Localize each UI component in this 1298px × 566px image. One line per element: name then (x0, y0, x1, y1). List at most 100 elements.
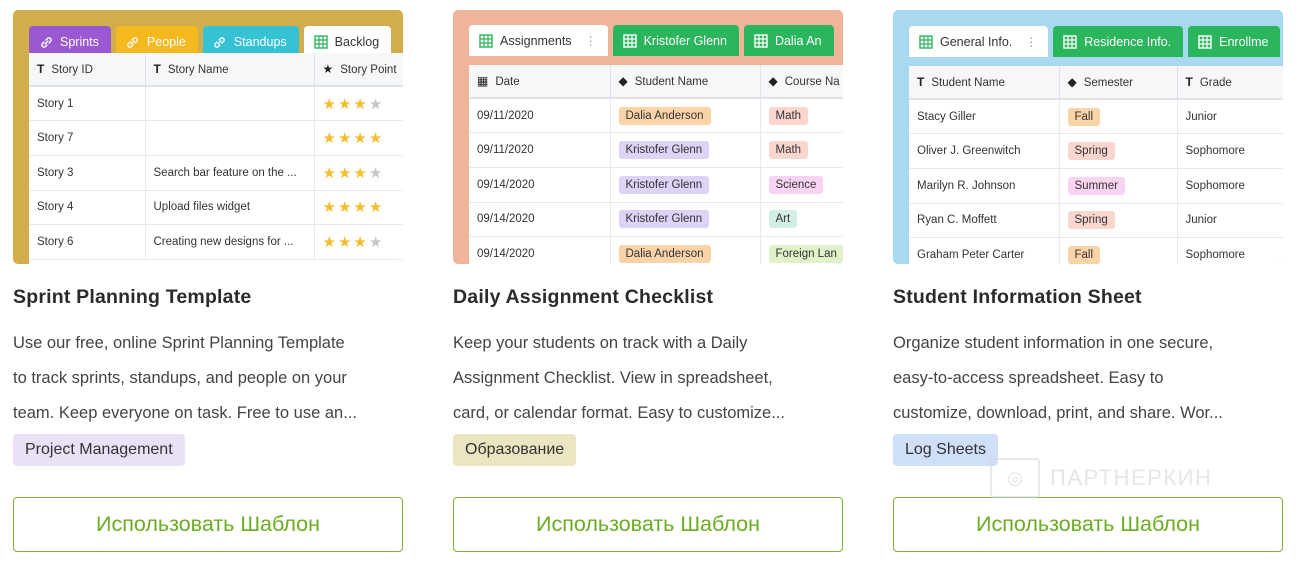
table-row: Story 1 ★★★★ (29, 86, 403, 122)
table-row: Story 3 Search bar feature on the ... ★★… (29, 155, 403, 191)
template-card-daily-assignment[interactable]: Assignments ⋮ Kristofer Glenn Dalia An ▦… (453, 10, 843, 555)
cell-course: Math (760, 132, 843, 168)
grid-icon (919, 34, 933, 49)
rating-stars: ★★★★ (323, 96, 385, 113)
cell-student: Kristofer Glenn (610, 202, 761, 238)
text-type-icon: T (917, 75, 925, 89)
cell-story-name (145, 86, 315, 122)
semester-chip: Fall (1067, 246, 1101, 264)
use-template-button[interactable]: Использовать Шаблон (893, 497, 1283, 552)
template-preview-image[interactable]: Assignments ⋮ Kristofer Glenn Dalia An ▦… (453, 10, 843, 264)
tag-icon: ◆ (768, 74, 778, 88)
cell-student: Dalia Anderson (610, 98, 761, 134)
link-icon (213, 35, 227, 49)
star-icon: ★ (322, 62, 334, 76)
cell-story-id: Story 1 (29, 86, 146, 122)
cell-story-points: ★★★★ (314, 190, 403, 226)
preview-sheet: ▦ Date ◆ Student Name ◆ Course Na 09/11/202… (469, 65, 843, 264)
preview-tab-active: General Info. ⋮ (909, 26, 1049, 57)
column-header: ★ Story Point (314, 53, 403, 87)
table-row: 09/11/2020 Dalia Anderson Math (469, 98, 843, 134)
cell-date: 09/14/2020 (469, 167, 611, 203)
rating-stars: ★★★★ (323, 199, 385, 216)
semester-chip: Fall (1067, 107, 1101, 126)
template-description: Organize student information in one secu… (893, 334, 1223, 422)
category-badge[interactable]: Образование (453, 434, 577, 466)
course-chip: Art (768, 210, 798, 229)
preview-tab: Residence Info. (1053, 26, 1184, 57)
star-icon: ★ (368, 164, 385, 182)
grid-icon (1063, 34, 1077, 49)
star-icon: ★ (337, 95, 354, 113)
more-vertical-icon: ⋮ (584, 33, 597, 48)
star-icon: ★ (337, 199, 354, 217)
cell-story-id: Story 6 (29, 224, 146, 260)
template-description: Use our free, online Sprint Planning Tem… (13, 334, 357, 422)
star-icon: ★ (353, 234, 369, 252)
preview-sheet: T Student Name ◆ Semester T Grade Stacy Gil… (909, 66, 1283, 264)
cell-semester: Spring (1059, 133, 1178, 169)
calendar-icon: ▦ (477, 74, 489, 88)
cell-date: 09/14/2020 (469, 202, 611, 238)
cell-story-points: ★★★★ (314, 86, 403, 122)
cell-story-id: Story 4 (29, 190, 146, 226)
semester-chip: Spring (1067, 142, 1115, 161)
column-header: T Grade (1177, 66, 1283, 100)
star-icon: ★ (337, 130, 354, 148)
star-icon: ★ (337, 164, 354, 182)
cell-story-points: ★★★★ (314, 155, 403, 191)
star-icon: ★ (337, 234, 354, 252)
template-title[interactable]: Student Information Sheet (893, 286, 1142, 309)
tag-icon: ◆ (1067, 75, 1077, 89)
category-badge[interactable]: Project Management (13, 434, 185, 466)
cell-semester: Summer (1059, 168, 1178, 204)
cell-course: Foreign Lan (760, 236, 843, 264)
template-description: Keep your students on track with a Daily… (453, 334, 785, 422)
semester-chip: Summer (1067, 176, 1125, 195)
column-header: T Student Name (909, 66, 1060, 100)
column-header: ◆ Semester (1059, 66, 1178, 100)
category-badge[interactable]: Log Sheets (893, 434, 998, 466)
template-title[interactable]: Sprint Planning Template (13, 286, 251, 309)
template-card-sprint-planning[interactable]: Sprints People Standups Backlog T Story I… (13, 10, 403, 555)
use-template-button[interactable]: Использовать Шаблон (453, 497, 843, 552)
table-row: 09/14/2020 Dalia Anderson Foreign Lan (469, 236, 843, 264)
rating-stars: ★★★★ (323, 234, 385, 251)
cell-grade: Sophomore (1177, 237, 1283, 264)
star-icon: ★ (322, 95, 338, 113)
watermark: ◎ ПАРТНЕРКИН (990, 458, 1212, 498)
template-preview-image[interactable]: Sprints People Standups Backlog T Story I… (13, 10, 403, 264)
cell-course: Science (760, 167, 843, 203)
star-icon: ★ (368, 130, 385, 148)
column-header: T Story ID (29, 53, 146, 87)
cell-student-name: Oliver J. Greenwitch (909, 133, 1060, 169)
link-icon (126, 35, 140, 49)
cell-student: Kristofer Glenn (610, 167, 761, 203)
table-row: Ryan C. Moffett Spring Junior (909, 203, 1283, 239)
cell-story-name: Creating new designs for ... (145, 224, 315, 260)
preview-table: ▦ Date ◆ Student Name ◆ Course Na 09/11/202… (469, 65, 843, 264)
template-title[interactable]: Daily Assignment Checklist (453, 286, 713, 309)
grid-icon (1198, 34, 1212, 49)
table-row: Story 4 Upload files widget ★★★★ (29, 190, 403, 226)
cell-semester: Spring (1059, 203, 1178, 239)
table-row: Oliver J. Greenwitch Spring Sophomore (909, 133, 1283, 169)
star-icon: ★ (322, 130, 338, 148)
course-chip: Math (768, 106, 809, 125)
table-row: Graham Peter Carter Fall Sophomore (909, 237, 1283, 264)
preview-tabs: General Info. ⋮ Residence Info. Enrollme (909, 26, 1281, 57)
cell-story-id: Story 3 (29, 155, 146, 191)
rating-stars: ★★★★ (323, 165, 385, 182)
link-icon (39, 35, 53, 49)
table-row: 09/14/2020 Kristofer Glenn Art (469, 202, 843, 238)
preview-sheet: T Story ID T Story Name ★ Story Point Story… (29, 53, 403, 264)
template-preview-image[interactable]: General Info. ⋮ Residence Info. Enrollme… (893, 10, 1283, 264)
grid-icon (754, 33, 768, 48)
table-row: Story 6 Creating new designs for ... ★★★… (29, 224, 403, 260)
student-chip: Dalia Anderson (618, 245, 711, 264)
star-icon: ★ (322, 164, 338, 182)
preview-table: T Story ID T Story Name ★ Story Point Story… (29, 53, 403, 260)
cell-semester: Fall (1059, 237, 1178, 264)
preview-tabs: Assignments ⋮ Kristofer Glenn Dalia An (469, 25, 834, 56)
use-template-button[interactable]: Использовать Шаблон (13, 497, 403, 552)
